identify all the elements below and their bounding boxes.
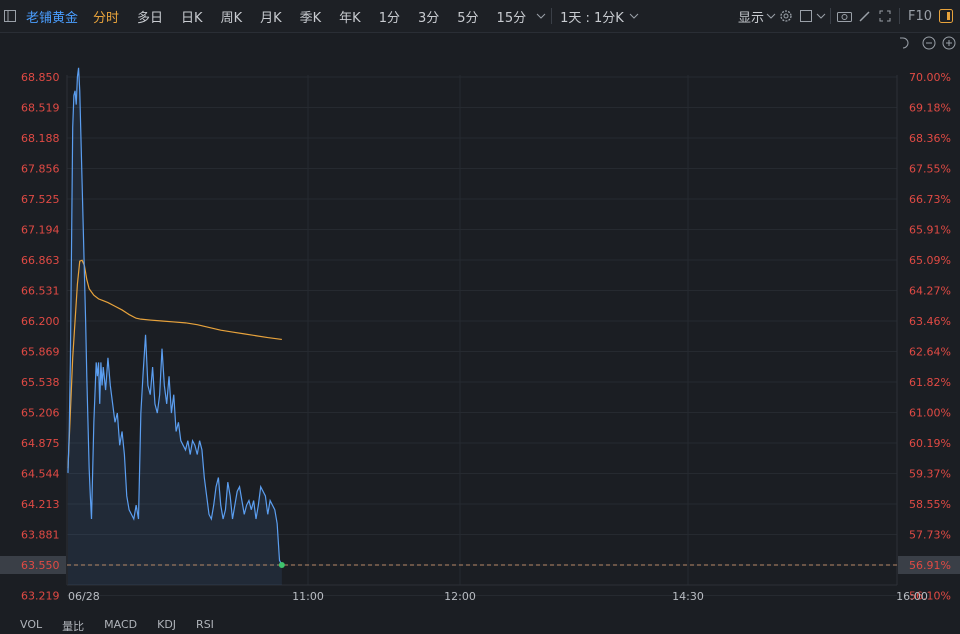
- f10-button[interactable]: F10: [904, 9, 936, 24]
- percent-tick-label: 60.19%: [909, 437, 951, 450]
- price-tick-label: 64.875: [21, 437, 60, 450]
- time-tick-label: 11:00: [292, 590, 324, 603]
- price-tick-label: 64.544: [21, 467, 60, 480]
- pencil-icon[interactable]: [855, 6, 875, 26]
- tab-yearly-k[interactable]: 年K: [330, 7, 370, 26]
- toolbar-divider: [551, 8, 553, 24]
- price-tick-label: 63.881: [21, 529, 60, 542]
- price-tick-label: 68.850: [21, 71, 60, 84]
- time-axis: 06/28 11:00 12:00 14:30 16:00: [68, 590, 928, 603]
- camera-icon[interactable]: [835, 6, 855, 26]
- indicator-tab-rsi[interactable]: RSI: [196, 618, 214, 634]
- zoom-out-icon[interactable]: [922, 36, 936, 50]
- tab-weekly-k[interactable]: 周K: [212, 7, 252, 26]
- reset-icon[interactable]: [900, 37, 909, 49]
- price-tick-label: 65.869: [21, 345, 60, 358]
- price-tick-label: 65.538: [21, 376, 60, 389]
- tab-3min[interactable]: 3分: [409, 7, 448, 26]
- tab-daily-k[interactable]: 日K: [172, 7, 212, 26]
- price-tick-label: 67.525: [21, 193, 60, 206]
- price-tick-label: 63.219: [21, 589, 60, 602]
- percent-tick-label: 57.73%: [909, 529, 951, 542]
- percent-tick-label: 64.27%: [909, 285, 951, 298]
- zoom-controls: [900, 36, 956, 50]
- percent-tick-label: 69.18%: [909, 101, 951, 114]
- price-tick-label: 66.863: [21, 254, 60, 267]
- gear-icon[interactable]: [776, 6, 796, 26]
- interval-select[interactable]: 1天 : 1分K: [556, 7, 628, 26]
- tab-15min[interactable]: 15分: [488, 7, 536, 26]
- indicator-tab-volume-ratio[interactable]: 量比: [62, 618, 84, 634]
- tab-multi-day[interactable]: 多日: [128, 7, 172, 26]
- last-price-dot: [278, 562, 285, 568]
- indicator-tab-macd[interactable]: MACD: [104, 618, 137, 634]
- percent-tick-label: 65.91%: [909, 223, 951, 236]
- percent-tick-label: 61.82%: [909, 376, 951, 389]
- price-tick-label: 66.200: [21, 315, 60, 328]
- price-tick-label: 66.531: [21, 285, 60, 298]
- price-tick-label: 67.856: [21, 163, 60, 176]
- percent-tick-label: 61.00%: [909, 407, 951, 420]
- percent-tick-label: 65.09%: [909, 254, 951, 267]
- percent-tick-label: 62.64%: [909, 345, 951, 358]
- last-percent-label: 56.91%: [898, 556, 960, 574]
- price-tick-label: 65.206: [21, 407, 60, 420]
- percent-tick-label: 66.73%: [909, 193, 951, 206]
- chart-toolbar: 老铺黄金 分时 多日 日K 周K 月K 季K 年K 1分 3分 5分 15分 1…: [0, 0, 960, 33]
- tab-intraday[interactable]: 分时: [84, 7, 128, 26]
- square-icon[interactable]: [796, 6, 816, 26]
- price-axis: 68.850 68.519 68.188 67.856 67.525 67.194 66.8…: [21, 71, 60, 602]
- tab-quarterly-k[interactable]: 季K: [291, 7, 331, 26]
- last-percent-text: 56.91%: [909, 559, 951, 572]
- tab-monthly-k[interactable]: 月K: [251, 7, 291, 26]
- indicator-tab-kdj[interactable]: KDJ: [157, 618, 176, 634]
- price-tick-label: 67.194: [21, 223, 60, 236]
- price-area-fill: [68, 67, 282, 585]
- percent-tick-label: 59.37%: [909, 467, 951, 480]
- fullscreen-icon[interactable]: [875, 6, 895, 26]
- indicator-tabs: VOL 量比 MACD KDJ RSI: [20, 618, 214, 634]
- last-price-label: 63.550: [0, 556, 66, 574]
- percent-axis: 70.00% 69.18% 68.36% 67.55% 66.73% 65.91% 65.0…: [909, 71, 951, 602]
- time-tick-label: 12:00: [444, 590, 476, 603]
- chevron-down-icon[interactable]: [535, 6, 547, 26]
- time-tick-label: 06/28: [68, 590, 100, 603]
- price-tick-label: 68.188: [21, 132, 60, 145]
- chevron-down-icon[interactable]: [816, 6, 826, 26]
- tab-1min[interactable]: 1分: [370, 7, 409, 26]
- time-tick-label: 16:00: [896, 590, 928, 603]
- stock-name[interactable]: 老铺黄金: [20, 7, 84, 26]
- display-menu[interactable]: 显示: [738, 7, 766, 26]
- chevron-down-icon[interactable]: [766, 6, 776, 26]
- time-tick-label: 14:30: [672, 590, 704, 603]
- indicator-tab-vol[interactable]: VOL: [20, 618, 42, 634]
- sidebar-toggle-icon[interactable]: [0, 6, 20, 26]
- percent-tick-label: 58.55%: [909, 498, 951, 511]
- price-tick-label: 68.519: [21, 101, 60, 114]
- percent-tick-label: 63.46%: [909, 315, 951, 328]
- last-price-text: 63.550: [21, 559, 60, 572]
- intraday-chart[interactable]: 68.850 68.519 68.188 67.856 67.525 67.194 66.8…: [0, 33, 960, 628]
- panel-toggle-icon[interactable]: [936, 6, 956, 26]
- price-tick-label: 64.213: [21, 498, 60, 511]
- chevron-down-icon[interactable]: [628, 6, 640, 26]
- percent-tick-label: 68.36%: [909, 132, 951, 145]
- tab-5min[interactable]: 5分: [448, 7, 487, 26]
- toolbar-divider: [829, 8, 831, 24]
- zoom-in-icon[interactable]: [942, 36, 956, 50]
- toolbar-divider: [898, 8, 900, 24]
- percent-tick-label: 67.55%: [909, 163, 951, 176]
- percent-tick-label: 70.00%: [909, 71, 951, 84]
